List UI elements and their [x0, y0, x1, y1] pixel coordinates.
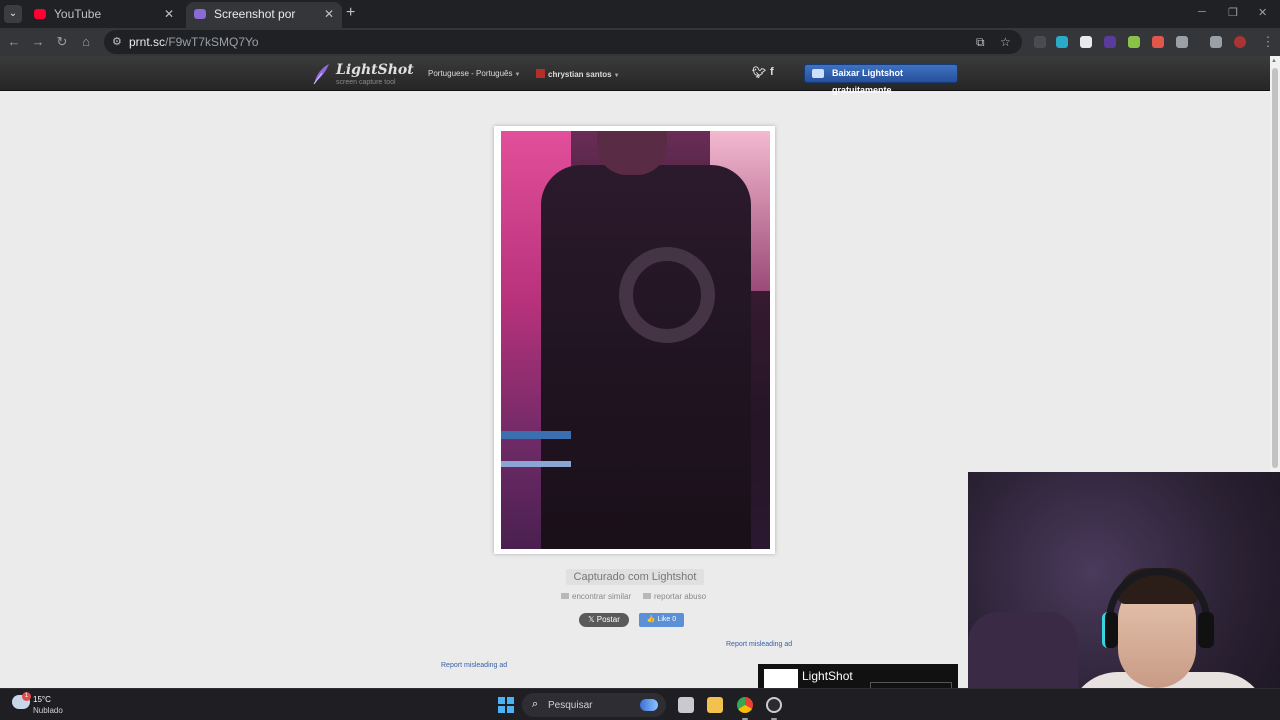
browser-toolbar: ← → ↻ ⌂ ⚙ prnt.sc/F9wT7kSMQ7Yo ⧉ ☆ ⋮ [0, 28, 1280, 56]
reload-icon[interactable]: ↻ [54, 34, 70, 50]
back-icon[interactable]: ← [6, 34, 22, 49]
advertisement[interactable]: LightShot [758, 664, 958, 688]
lightshot-logo[interactable]: LightShot screen capture tool [312, 61, 414, 87]
tab-title: YouTube [54, 7, 102, 21]
facebook-icon[interactable]: f [770, 66, 774, 78]
lightshot-header: LightShot screen capture tool Portuguese… [0, 56, 1270, 95]
extension-icon[interactable] [1080, 36, 1092, 48]
report-abuse-label: reportar abuso [654, 592, 707, 601]
forward-icon[interactable]: → [30, 34, 46, 49]
bookmark-star-icon[interactable]: ☆ [1000, 35, 1011, 49]
flag-icon [643, 593, 651, 599]
download-lightshot-button[interactable]: Baixar Lightshot gratuitamente [804, 64, 958, 95]
captured-with-lightshot-label: Capturado com Lightshot [566, 569, 704, 585]
post-on-x-button[interactable]: 𝕏 Postar [579, 613, 629, 627]
camera-icon [561, 593, 569, 599]
obs-icon[interactable] [766, 697, 782, 713]
new-tab-plus-icon[interactable]: + [346, 4, 355, 22]
close-window-icon[interactable]: ✕ [1258, 6, 1267, 19]
chrome-icon[interactable] [737, 697, 753, 713]
chevron-down-icon: ▼ [514, 72, 521, 78]
report-misleading-ad-link[interactable]: Report misleading ad [441, 662, 507, 669]
ad-title: LightShot [802, 669, 853, 683]
site-info-icon[interactable]: ⚙ [112, 35, 122, 48]
screenshot-frame [494, 126, 775, 554]
facebook-like-button[interactable]: 👍 Like 0 [639, 613, 684, 627]
menu-kebab-icon[interactable]: ⋮ [1260, 34, 1276, 50]
logo-tagline: screen capture tool [336, 79, 396, 86]
lightshot-favicon-icon [194, 9, 206, 19]
feather-icon [313, 64, 329, 85]
image-region [501, 431, 571, 439]
user-avatar [536, 69, 545, 78]
image-region [619, 247, 715, 343]
tab-strip: ⌄ YouTube ✕ Screenshot por Lightshot ✕ +… [0, 0, 1280, 45]
download-label: Baixar Lightshot gratuitamente [832, 68, 904, 95]
extension-icon[interactable] [1152, 36, 1164, 48]
report-abuse-link[interactable]: reportar abuso [643, 592, 706, 601]
weather-alert-badge: 1 [22, 692, 31, 701]
ad-thumbnail [764, 669, 798, 688]
extension-icon[interactable] [1128, 36, 1140, 48]
twitter-icon[interactable]: 🐦︎ [752, 66, 766, 79]
task-view-icon[interactable] [678, 697, 694, 713]
windows-start-icon[interactable] [498, 697, 514, 713]
webcam-region [1102, 612, 1118, 648]
address-bar[interactable]: ⚙ prnt.sc/F9wT7kSMQ7Yo ⧉ ☆ [104, 30, 1022, 54]
extension-icon[interactable] [1056, 36, 1068, 48]
url-host: prnt.sc [129, 35, 166, 49]
search-highlight-icon [640, 699, 658, 711]
extension-icon[interactable] [1034, 36, 1046, 48]
logo-name: LightShot [336, 62, 414, 78]
tab-close-icon[interactable]: ✕ [324, 2, 334, 26]
report-misleading-ad-link[interactable]: Report misleading ad [726, 641, 792, 648]
download-icon [812, 69, 824, 78]
temperature-label: 15°C [33, 695, 51, 704]
weather-condition-label: Nublado [33, 706, 63, 715]
reading-list-icon[interactable] [1210, 36, 1222, 48]
extensions-puzzle-icon[interactable] [1176, 36, 1188, 48]
scroll-up-icon[interactable]: ▲ [1271, 58, 1277, 64]
chevron-down-icon: ▼ [613, 73, 620, 79]
language-label: Portuguese - Português [428, 69, 513, 78]
url-path: /F9wT7kSMQ7Yo [165, 35, 259, 49]
tab-close-icon[interactable]: ✕ [164, 2, 174, 26]
tab-youtube[interactable]: YouTube ✕ [26, 2, 182, 28]
webcam-overlay [968, 472, 1280, 720]
scrollbar-thumb[interactable] [1272, 68, 1278, 468]
search-placeholder: Pesquisar [548, 700, 593, 711]
tab-search-button[interactable]: ⌄ [4, 5, 22, 23]
file-explorer-icon[interactable] [707, 697, 723, 713]
install-app-icon[interactable]: ⧉ [976, 35, 985, 50]
minimize-icon[interactable]: ─ [1198, 6, 1206, 18]
home-icon[interactable]: ⌂ [78, 34, 94, 49]
find-similar-label: encontrar similar [572, 592, 632, 601]
url-text[interactable]: prnt.sc/F9wT7kSMQ7Yo [129, 35, 259, 49]
image-region [501, 461, 571, 467]
screenshot-image[interactable] [501, 131, 770, 549]
find-similar-link[interactable]: encontrar similar [561, 592, 631, 601]
username: chrystian santos [548, 70, 612, 79]
extension-icon[interactable] [1104, 36, 1116, 48]
language-selector[interactable]: Portuguese - Português ▼ [428, 69, 520, 78]
youtube-favicon-icon [34, 9, 46, 19]
profile-avatar[interactable] [1234, 36, 1246, 48]
search-icon: ⌕ [532, 698, 539, 710]
tab-lightshot[interactable]: Screenshot por Lightshot ✕ [186, 2, 342, 45]
headset-icon [1106, 568, 1210, 648]
user-menu[interactable]: chrystian santos ▼ [536, 69, 620, 79]
image-region [541, 165, 751, 549]
windows-taskbar: 1 15°C Nublado ⌕ Pesquisar [0, 688, 1280, 720]
webcam-region [1198, 612, 1214, 648]
taskbar-search[interactable]: ⌕ Pesquisar [522, 693, 666, 717]
restore-icon[interactable]: ❐ [1228, 6, 1238, 19]
